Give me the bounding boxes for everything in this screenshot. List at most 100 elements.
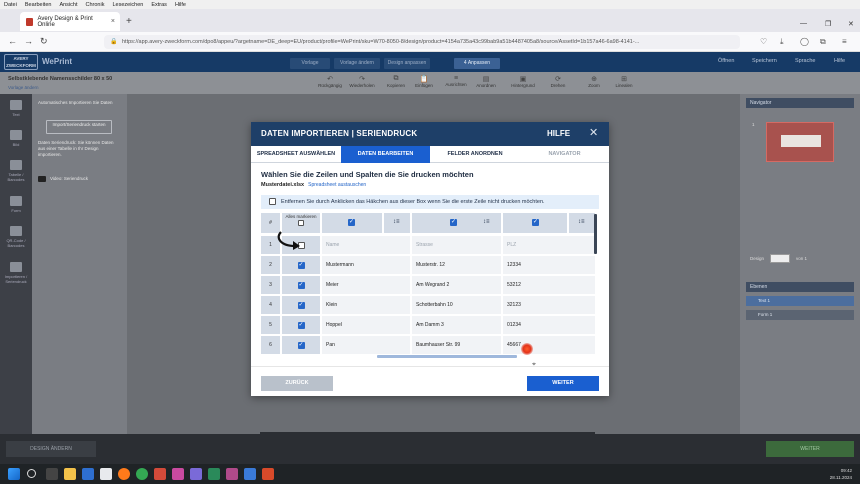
table-cell[interactable]: 12334 xyxy=(503,256,595,274)
row-3-checkbox[interactable]: ✓ xyxy=(297,281,305,289)
table-cell[interactable]: Name xyxy=(322,236,410,254)
row-6-checkbox[interactable]: ✓ xyxy=(297,341,305,349)
search-icon[interactable] xyxy=(27,469,36,478)
layer-row-2[interactable]: Form 1 xyxy=(746,310,854,320)
rail-table[interactable]: Tabelle / Barcodes xyxy=(3,160,29,182)
outlook-icon[interactable] xyxy=(82,468,94,480)
design-selector[interactable] xyxy=(770,254,790,263)
change-template-link[interactable]: Vorlage ändern xyxy=(8,85,39,90)
table-cell[interactable]: Musterstr. 12 xyxy=(412,256,501,274)
menu-item[interactable]: Ansicht xyxy=(59,2,77,8)
column-3-checkbox[interactable]: ✓ xyxy=(532,219,539,226)
start-import-button[interactable]: Import/Seriendruck starten xyxy=(46,120,112,134)
step-arrange-fields[interactable]: FELDER ANORDNEN xyxy=(430,146,520,163)
table-cell[interactable]: Mustermann xyxy=(322,256,410,274)
column-2-checkbox[interactable]: ✓ xyxy=(450,219,457,226)
rail-qrcode[interactable]: QR-Code / Barcodes xyxy=(3,226,29,248)
downloads-icon[interactable]: ⤓ xyxy=(780,37,784,47)
powerpoint-icon[interactable] xyxy=(262,468,274,480)
column-2-sort[interactable]: ↕≡ xyxy=(474,213,501,233)
dialog-help-link[interactable]: HILFE xyxy=(547,129,570,138)
table-cell[interactable]: Pan xyxy=(322,336,410,354)
app4-icon[interactable] xyxy=(190,468,202,480)
table-cell[interactable]: PLZ xyxy=(503,236,595,254)
next-button[interactable]: WEITER xyxy=(527,376,599,391)
rail-image[interactable]: Bild xyxy=(3,130,29,147)
table-vertical-scrollbar[interactable] xyxy=(594,214,597,254)
paste-tool[interactable]: 📋 Einfügen xyxy=(406,75,442,88)
rotate-tool[interactable]: ⟳ Drehen xyxy=(540,75,576,88)
table-horizontal-scrollbar[interactable] xyxy=(377,355,517,358)
system-clock[interactable]: 09:42 28.11.2024 xyxy=(830,467,852,481)
close-tab-icon[interactable]: × xyxy=(111,18,115,25)
ruler-tool[interactable]: ⊞ Linealen xyxy=(606,75,642,88)
menu-item[interactable]: Datei xyxy=(4,2,17,8)
row-5-checkbox[interactable]: ✓ xyxy=(297,321,305,329)
row-4-checkbox[interactable]: ✓ xyxy=(297,301,305,309)
forward-icon[interactable]: → xyxy=(24,36,33,46)
menu-item[interactable]: Extras xyxy=(151,2,167,8)
app2-icon[interactable] xyxy=(154,468,166,480)
menu-item[interactable]: Hilfe xyxy=(175,2,186,8)
select-all-checkbox[interactable] xyxy=(298,220,304,226)
new-tab-icon[interactable]: + xyxy=(126,16,132,27)
video-link[interactable]: Video: Seriendruck xyxy=(50,176,88,182)
table-cell[interactable]: Am Wegrand 2 xyxy=(412,276,501,294)
explorer-icon[interactable] xyxy=(64,468,76,480)
replace-spreadsheet-link[interactable]: Spreadsheet austauschen xyxy=(308,182,366,188)
table-cell[interactable]: 32123 xyxy=(503,296,595,314)
reload-icon[interactable]: ↻ xyxy=(40,36,48,47)
maximize-icon[interactable]: ❐ xyxy=(825,20,831,28)
minimize-icon[interactable]: — xyxy=(800,20,807,27)
redo-tool[interactable]: ↷ Wiederholen xyxy=(344,75,380,88)
step-edit-data[interactable]: DATEN BEARBEITEN xyxy=(341,146,430,163)
background-tool[interactable]: ▣ Hintergrund xyxy=(505,75,541,88)
first-row-checkbox[interactable] xyxy=(269,198,276,205)
chrome-icon[interactable] xyxy=(136,468,148,480)
taskview-icon[interactable] xyxy=(46,468,58,480)
extensions-icon[interactable]: ⧉ xyxy=(820,37,826,47)
rail-import[interactable]: Importieren / Seriendruck xyxy=(3,262,29,284)
table-cell[interactable]: Schotterbahn 10 xyxy=(412,296,501,314)
step-tab-4[interactable]: 4 Anpassen xyxy=(454,58,500,69)
step-tab-1[interactable]: Vorlage xyxy=(290,58,330,69)
app5-icon[interactable] xyxy=(226,468,238,480)
table-cell[interactable]: Strasse xyxy=(412,236,501,254)
account-icon[interactable]: ◯ xyxy=(800,37,809,46)
header-link-language[interactable]: Sprache xyxy=(795,58,816,64)
layer-row-1[interactable]: Text 1 xyxy=(746,296,854,306)
app3-icon[interactable] xyxy=(172,468,184,480)
row-2-checkbox[interactable]: ✓ xyxy=(297,261,305,269)
rail-text[interactable]: Text xyxy=(3,100,29,117)
word-icon[interactable] xyxy=(244,468,256,480)
table-cell[interactable]: Baumhauser Str. 99 xyxy=(412,336,501,354)
undo-tool[interactable]: ↶ Rückgängig xyxy=(312,75,348,88)
menu-item[interactable]: Chronik xyxy=(86,2,105,8)
column-1-checkbox[interactable]: ✓ xyxy=(348,219,355,226)
step-select-spreadsheet[interactable]: SPREADSHEET AUSWÄHLEN xyxy=(251,146,341,163)
change-design-button[interactable]: DESIGN ÄNDERN xyxy=(6,441,96,457)
table-cell[interactable]: Am Damm 3 xyxy=(412,316,501,334)
header-link-save[interactable]: Speichern xyxy=(752,58,777,64)
column-1-sort[interactable]: ↕≡ xyxy=(384,213,410,233)
main-next-button[interactable]: WEITER xyxy=(766,441,854,457)
table-cell[interactable]: 45667 xyxy=(503,336,595,354)
page-thumbnail[interactable] xyxy=(766,122,834,162)
menu-item[interactable]: Lesezeichen xyxy=(112,2,143,8)
arrange-tool[interactable]: ▤ Anordnen xyxy=(468,75,504,88)
firefox-icon[interactable] xyxy=(118,468,130,480)
table-cell[interactable]: Meier xyxy=(322,276,410,294)
back-icon[interactable]: ← xyxy=(8,36,17,46)
menu-icon[interactable]: ≡ xyxy=(842,37,847,46)
close-window-icon[interactable]: ✕ xyxy=(848,20,854,28)
step-tab-2[interactable]: Vorlage ändern xyxy=(334,58,380,69)
back-button[interactable]: ZURÜCK xyxy=(261,376,333,391)
menu-item[interactable]: Bearbeiten xyxy=(25,2,52,8)
step-tab-3[interactable]: Design anpassen xyxy=(384,58,430,69)
column-3-sort[interactable]: ↕≡ xyxy=(569,213,595,233)
url-bar[interactable]: 🔒 https://app.avery-zweckform.com/dpo8/a… xyxy=(104,35,740,49)
browser-tab[interactable]: Avery Design & Print Online × xyxy=(20,12,120,31)
start-icon[interactable] xyxy=(8,468,20,480)
excel-icon[interactable] xyxy=(208,468,220,480)
table-cell[interactable]: 01234 xyxy=(503,316,595,334)
